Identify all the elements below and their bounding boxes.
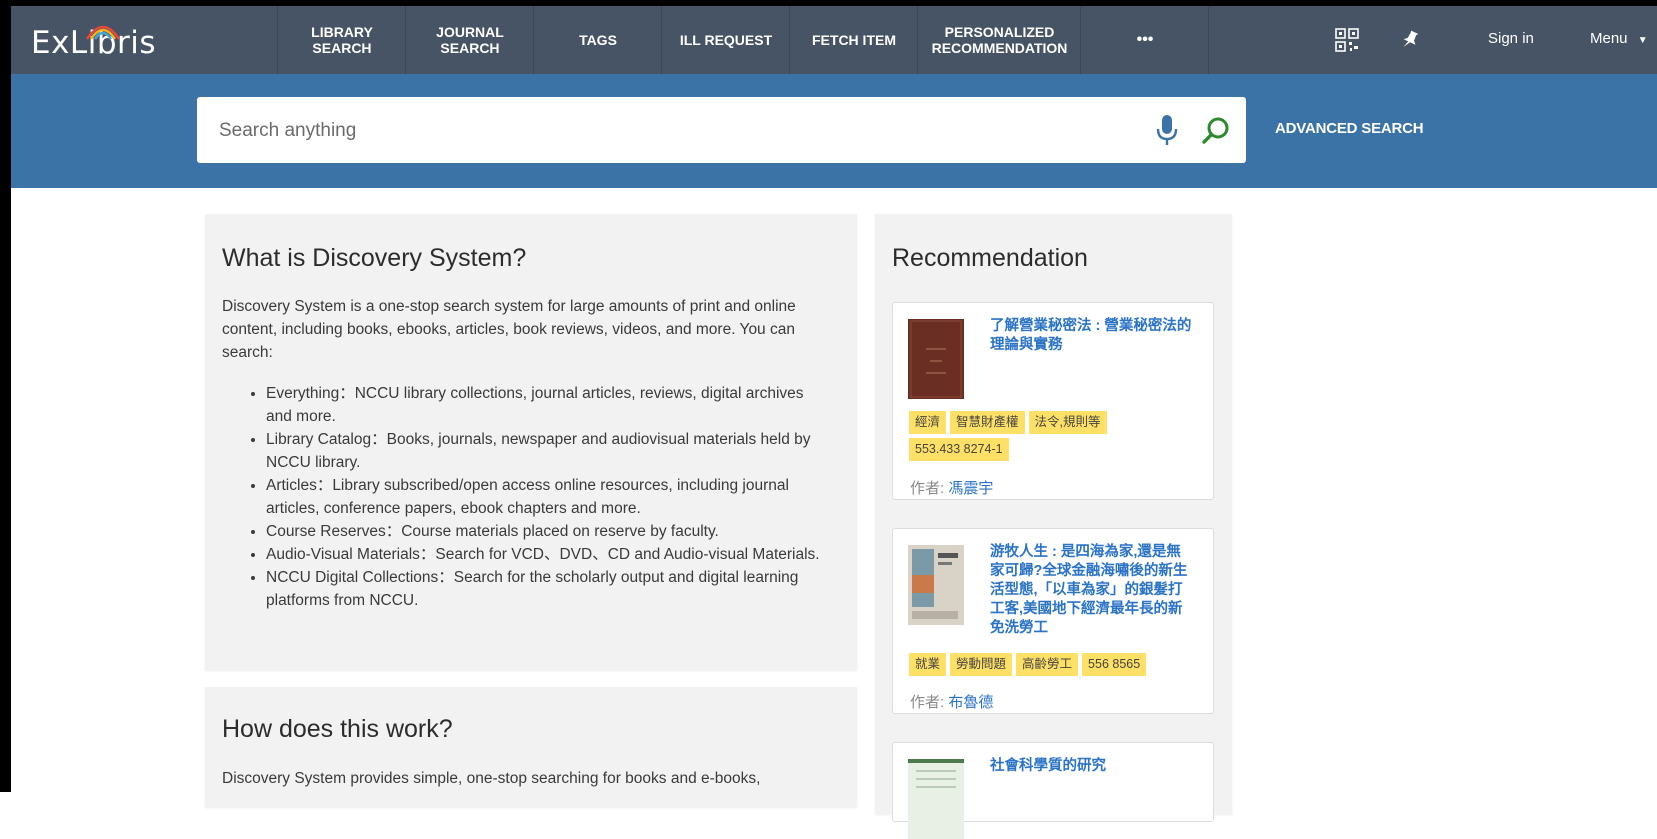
book-cover[interactable]	[908, 545, 964, 625]
author-prefix: 作者:	[910, 694, 949, 711]
nav-journal-search[interactable]: JOURNAL SEARCH	[405, 6, 534, 74]
nav-fetch-item[interactable]: FETCH ITEM	[789, 6, 918, 74]
author-line: 作者: 布魯德	[910, 691, 993, 712]
top-navigation-bar: ExLibris LIBRARY SEARCH JOURNAL SEARCH TAG…	[11, 6, 1657, 74]
pin-icon	[1403, 30, 1419, 47]
how-intro: Discovery System provides simple, one-st…	[222, 770, 761, 787]
nav-label: ILL REQUEST	[679, 32, 773, 48]
subject-tag[interactable]: 經濟	[909, 411, 947, 434]
menu-label: Menu	[1590, 30, 1628, 47]
author-link[interactable]: 布魯德	[948, 694, 993, 711]
voice-search-button[interactable]	[1155, 114, 1179, 148]
qr-code-button[interactable]	[1331, 24, 1363, 56]
how-title: How does this work?	[222, 715, 453, 743]
how-panel: How does this work? Discovery System pro…	[205, 687, 857, 807]
list-item: Articles：Library subscribed/open access …	[266, 474, 826, 520]
advanced-search-link[interactable]: ADVANCED SEARCH	[1275, 120, 1424, 137]
author-prefix: 作者:	[910, 480, 949, 497]
book-title-link[interactable]: 游牧人生 : 是四海為家,還是無家可歸?全球金融海嘯後的新生活型態,「以車為家」…	[990, 543, 1195, 638]
subject-tag[interactable]: 就業	[909, 653, 947, 676]
book-cover[interactable]	[908, 319, 964, 399]
list-item: Course Reserves：Course materials placed …	[266, 520, 826, 543]
list-item: Audio-Visual Materials：Search for VCD、DV…	[266, 543, 826, 566]
subject-tags: 就業 勞動問題 高齡勞工 556 8565	[909, 653, 1199, 680]
list-item: Library Catalog：Books, journals, newspap…	[266, 428, 826, 474]
list-item: NCCU Digital Collections：Search for the …	[266, 566, 826, 612]
search-submit-button[interactable]	[1200, 115, 1232, 147]
more-dots-icon: •••	[1136, 31, 1154, 48]
pin-button[interactable]	[1394, 24, 1426, 56]
call-number-tag[interactable]: 556 8565	[1082, 653, 1147, 676]
microphone-icon	[1156, 115, 1178, 145]
nav-label-line1: JOURNAL	[436, 24, 504, 40]
subject-tag[interactable]: 高齡勞工	[1016, 653, 1079, 676]
book-title-link[interactable]: 社會科學質的研究	[990, 757, 1195, 776]
nav-more-button[interactable]: •••	[1080, 6, 1209, 74]
about-intro: Discovery System is a one-stop search sy…	[222, 298, 796, 361]
nav-label: FETCH ITEM	[812, 32, 896, 48]
qr-code-icon	[1335, 28, 1359, 52]
author-line: 作者: 馮震宇	[910, 477, 993, 498]
logo-rainbow-icon	[86, 25, 120, 40]
about-list: Everything：NCCU library collections, jou…	[222, 382, 826, 612]
nav-personalized-recommendation[interactable]: PERSONALIZED RECOMMENDATION	[917, 6, 1081, 74]
nav-label-line2: SEARCH	[312, 40, 372, 56]
chevron-down-icon: ▼	[1637, 35, 1648, 46]
nav-tags[interactable]: TAGS	[533, 6, 662, 74]
recommendation-title: Recommendation	[892, 244, 1088, 272]
book-title-link[interactable]: 了解營業秘密法 : 營業秘密法的理論與實務	[990, 317, 1195, 355]
menu-button[interactable]: Menu ▼	[1590, 30, 1648, 47]
subject-tags: 經濟 智慧財產權 法令,規則等 553.433 8274-1	[909, 411, 1199, 465]
subject-tag[interactable]: 勞動問題	[950, 653, 1013, 676]
about-panel: What is Discovery System? Discovery Syst…	[205, 214, 857, 670]
about-title: What is Discovery System?	[222, 244, 527, 272]
recommendation-card[interactable]: 了解營業秘密法 : 營業秘密法的理論與實務 經濟 智慧財產權 法令,規則等 55…	[892, 302, 1214, 500]
author-link[interactable]: 馮震宇	[948, 480, 993, 497]
search-box	[197, 97, 1246, 163]
nav-ill-request[interactable]: ILL REQUEST	[661, 6, 790, 74]
recommendation-card[interactable]: 社會科學質的研究	[892, 742, 1214, 839]
subject-tag[interactable]: 智慧財產權	[950, 411, 1025, 434]
nav-label-line2: SEARCH	[440, 40, 500, 56]
book-cover[interactable]	[908, 759, 964, 839]
nav-label: TAGS	[579, 32, 617, 48]
nav-label-line2: RECOMMENDATION	[931, 40, 1068, 56]
list-item: Everything：NCCU library collections, jou…	[266, 382, 826, 428]
sign-in-link[interactable]: Sign in	[1488, 30, 1534, 47]
nav-library-search[interactable]: LIBRARY SEARCH	[277, 6, 406, 74]
subject-tag[interactable]: 法令,規則等	[1028, 411, 1107, 434]
nav-label-line1: PERSONALIZED	[944, 24, 1055, 40]
recommendation-card[interactable]: 游牧人生 : 是四海為家,還是無家可歸?全球金融海嘯後的新生活型態,「以車為家」…	[892, 528, 1214, 714]
call-number-tag[interactable]: 553.433 8274-1	[909, 438, 1009, 461]
search-icon	[1202, 117, 1229, 144]
search-input[interactable]	[217, 111, 1101, 151]
nav-label-line1: LIBRARY	[311, 24, 373, 40]
